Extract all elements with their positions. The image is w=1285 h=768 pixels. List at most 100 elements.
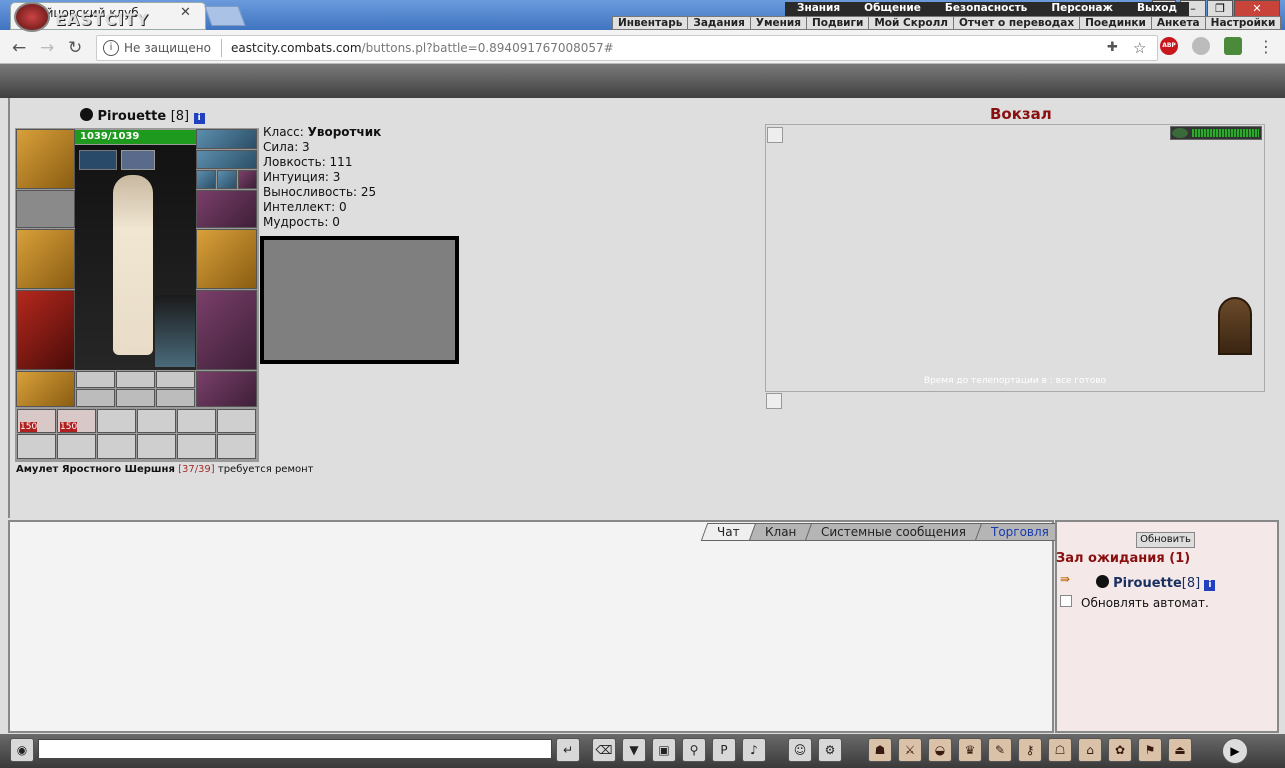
boots-slot[interactable]	[196, 371, 257, 407]
eraser-icon[interactable]: ⌫	[592, 738, 616, 762]
star-icon[interactable]: ☆	[1133, 39, 1146, 57]
submenu-skills[interactable]: Умения	[751, 17, 808, 29]
gloves-slot[interactable]	[196, 190, 257, 228]
paw-icon[interactable]: ✿	[1108, 738, 1132, 762]
refresh-location-icon[interactable]	[1172, 128, 1188, 138]
flag-icon[interactable]: ⚑	[1138, 738, 1162, 762]
potion-slot[interactable]: 150	[57, 409, 96, 433]
forward-icon[interactable]: →	[40, 38, 54, 58]
submenu-quests[interactable]: Задания	[688, 17, 751, 29]
chat-area[interactable]	[8, 520, 1054, 733]
character-name[interactable]: Pirouette [8] i	[80, 108, 205, 124]
rune-slot[interactable]	[156, 389, 195, 407]
auto-refresh-checkbox[interactable]	[1060, 595, 1072, 607]
address-bar[interactable]: i Не защищено eastcity.combats.com/butto…	[96, 35, 1158, 61]
monitor-icon[interactable]: ▣	[652, 738, 676, 762]
ring-slot-2[interactable]	[217, 170, 237, 189]
menu-knowledge[interactable]: Знания	[785, 2, 852, 16]
empty-slot[interactable]	[57, 434, 96, 459]
rune-slot[interactable]	[116, 389, 155, 407]
extension-puzzle-icon[interactable]: ✚	[1107, 40, 1118, 55]
empty-slot[interactable]	[217, 434, 256, 459]
menu-character[interactable]: Персонаж	[1039, 2, 1125, 16]
tab-chat[interactable]: Чат	[700, 523, 756, 541]
submenu-settings[interactable]: Настройки	[1206, 17, 1281, 29]
treasure-icon[interactable]: ♛	[958, 738, 982, 762]
amulet-slot[interactable]	[196, 150, 257, 169]
rune-slot[interactable]	[156, 371, 195, 388]
play-icon[interactable]: ▶	[1222, 738, 1248, 764]
url-text[interactable]: eastcity.combats.com/buttons.pl?battle=0…	[231, 41, 614, 55]
submenu-achievements[interactable]: Подвиги	[807, 17, 870, 29]
chat-input[interactable]	[38, 739, 552, 759]
menu-communication[interactable]: Общение	[852, 2, 933, 16]
key-icon[interactable]: ⚷	[1018, 738, 1042, 762]
scroll-icon[interactable]: ✎	[988, 738, 1012, 762]
weapon-right-slot[interactable]	[196, 229, 257, 289]
hall-member[interactable]: Pirouette[8] i	[1096, 575, 1216, 591]
submenu-transfer-report[interactable]: Отчет о переводах	[954, 17, 1081, 29]
submenu-fights[interactable]: Поединки	[1080, 17, 1152, 29]
door-icon[interactable]	[1218, 297, 1252, 355]
settings-icon[interactable]: ⚙	[818, 738, 842, 762]
info-icon[interactable]: i	[103, 40, 119, 56]
refresh-button[interactable]: Обновить	[1136, 532, 1195, 548]
smiley-icon[interactable]: ☺	[788, 738, 812, 762]
pet-slot[interactable]	[155, 295, 195, 367]
potion-slot[interactable]: 150	[17, 409, 56, 433]
hooded-figure-icon[interactable]: ☗	[868, 738, 892, 762]
weapon-left-slot[interactable]	[16, 229, 75, 289]
ring-slot-3[interactable]	[238, 170, 257, 189]
reload-icon[interactable]: ↻	[68, 38, 82, 58]
private-log-icon[interactable]: P	[712, 738, 736, 762]
walking-man-icon[interactable]: ⚲	[682, 738, 706, 762]
empty-slot[interactable]	[217, 409, 256, 433]
info-icon[interactable]: i	[193, 113, 205, 124]
extension-icon[interactable]	[1224, 37, 1242, 55]
back-icon[interactable]: ←	[12, 38, 26, 58]
rune-slot[interactable]	[116, 371, 155, 388]
leggings-slot[interactable]	[196, 290, 257, 370]
empty-slot[interactable]	[177, 434, 216, 459]
menu-exit[interactable]: Выход	[1125, 2, 1189, 16]
helmet-icon[interactable]: ☖	[1048, 738, 1072, 762]
tab-close-icon[interactable]: ✕	[180, 5, 191, 20]
empty-slot[interactable]	[97, 409, 136, 433]
ring-slot-1[interactable]	[196, 170, 216, 189]
empty-slot[interactable]	[17, 434, 56, 459]
sound-icon[interactable]: ♪	[742, 738, 766, 762]
adblock-icon[interactable]: ABP	[1160, 37, 1178, 55]
tab-system-messages[interactable]: Системные сообщения	[804, 523, 983, 541]
menu-icon[interactable]: ⋮	[1258, 37, 1274, 56]
member-name[interactable]: Pirouette	[1113, 576, 1182, 591]
rune-slot[interactable]	[76, 371, 115, 388]
sword-icon[interactable]: ⚔	[898, 738, 922, 762]
empty-slot[interactable]	[137, 434, 176, 459]
bracer-slot[interactable]	[16, 190, 75, 228]
tab-trade[interactable]: Торговля	[974, 523, 1066, 541]
tab-clan[interactable]: Клан	[748, 523, 813, 541]
empty-slot[interactable]	[137, 409, 176, 433]
chat-mode-icon[interactable]: ◉	[10, 738, 34, 762]
empty-slot[interactable]	[177, 409, 216, 433]
empty-slot[interactable]	[97, 434, 136, 459]
new-tab-button[interactable]	[204, 6, 246, 26]
send-icon[interactable]: ↵	[556, 738, 580, 762]
submenu-my-scroll[interactable]: Мой Скролл	[869, 17, 954, 29]
belt-slot[interactable]	[16, 371, 75, 407]
helmet-slot[interactable]	[16, 129, 75, 189]
money-bag-icon[interactable]: ◒	[928, 738, 952, 762]
menu-security[interactable]: Безопасность	[933, 2, 1039, 16]
submenu-inventory[interactable]: Инвентарь	[613, 17, 689, 29]
filter-icon[interactable]: ▼	[622, 738, 646, 762]
globe-icon[interactable]	[1192, 37, 1210, 55]
house-icon[interactable]: ⌂	[1078, 738, 1102, 762]
effect-icon[interactable]	[121, 150, 155, 170]
effect-icon[interactable]	[79, 150, 117, 170]
rune-slot[interactable]	[76, 389, 115, 407]
submenu-profile[interactable]: Анкета	[1152, 17, 1206, 29]
earring-slot[interactable]	[196, 129, 257, 149]
character-portrait[interactable]	[75, 145, 196, 370]
exit-icon[interactable]: ⏏	[1168, 738, 1192, 762]
armor-slot[interactable]	[16, 290, 75, 370]
